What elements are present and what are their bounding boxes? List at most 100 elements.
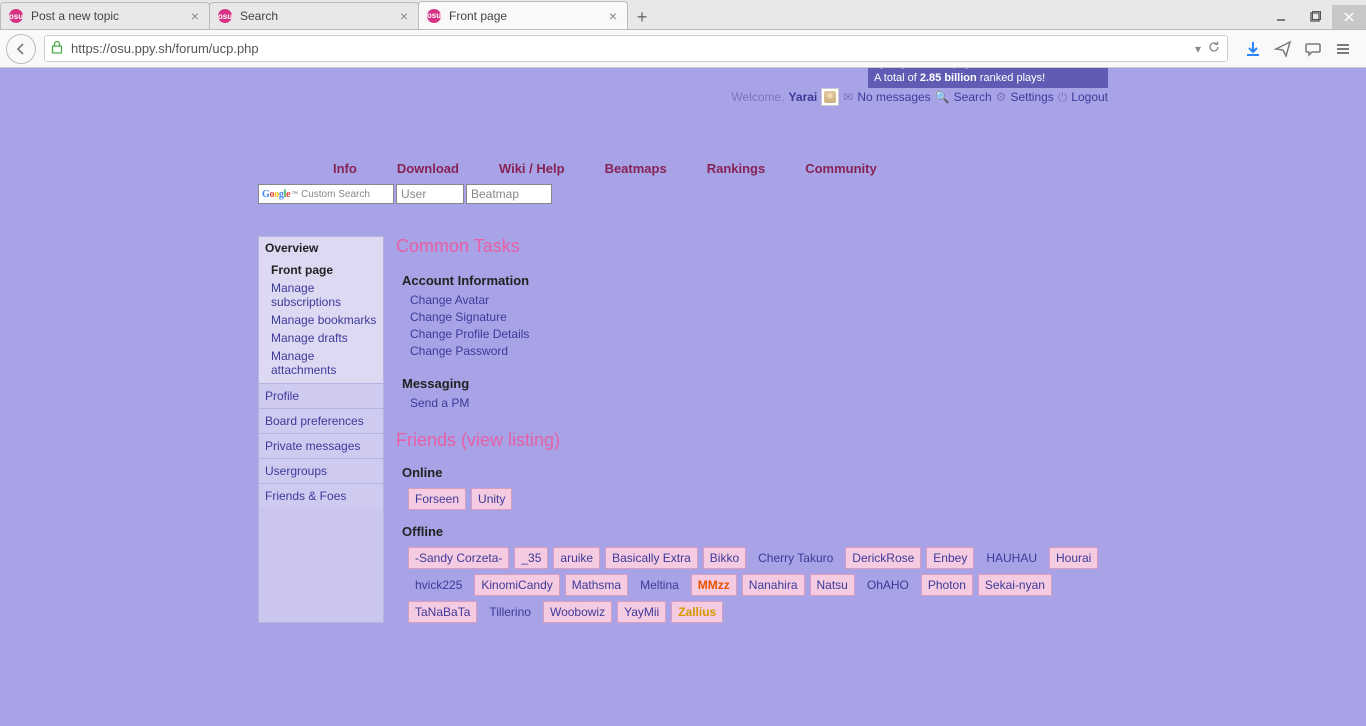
friend-chip[interactable]: DerickRose (845, 547, 921, 569)
close-icon[interactable]: × (189, 9, 201, 23)
send-icon[interactable] (1274, 40, 1292, 58)
friend-chip[interactable]: YayMii (617, 601, 666, 623)
sidebar-group-overview[interactable]: Overview (259, 237, 383, 259)
friend-chip[interactable]: aruike (553, 547, 600, 569)
friend-chip[interactable]: Meltina (633, 574, 686, 596)
hamburger-icon[interactable] (1334, 40, 1352, 58)
link-change-password[interactable]: Change Password (410, 343, 1108, 360)
sidebar-item-bookmarks[interactable]: Manage bookmarks (271, 311, 383, 329)
username-link[interactable]: Yarai (789, 90, 818, 104)
sidebar-item-pms[interactable]: Private messages (259, 434, 383, 459)
nav-download[interactable]: Download (377, 158, 479, 180)
nav-community[interactable]: Community (785, 158, 897, 180)
friend-chip[interactable]: hvick225 (408, 574, 469, 596)
friend-chip[interactable]: Sekai-nyan (978, 574, 1052, 596)
link-send-pm[interactable]: Send a PM (410, 395, 1108, 412)
link-change-profile[interactable]: Change Profile Details (410, 326, 1108, 343)
friend-chip[interactable]: Mathsma (565, 574, 628, 596)
url-input[interactable] (69, 40, 1189, 57)
sidebar-item-profile[interactable]: Profile (259, 384, 383, 409)
friend-chip[interactable]: Tillerino (482, 601, 538, 623)
friend-chip[interactable]: KinomiCandy (474, 574, 559, 596)
osu-favicon: osu (218, 9, 232, 23)
window-maximize-button[interactable] (1298, 5, 1332, 29)
search-icon: 🔍 (935, 90, 950, 104)
address-bar[interactable]: ▾ (44, 35, 1228, 62)
nav-beatmaps[interactable]: Beatmaps (585, 158, 687, 180)
primary-nav: Info Download Wiki / Help Beatmaps Ranki… (313, 158, 1108, 180)
friend-chip[interactable]: Woobowiz (543, 601, 612, 623)
browser-tabstrip: osu Post a new topic × osu Search × osu … (0, 0, 1366, 30)
window-minimize-button[interactable] (1264, 5, 1298, 29)
search-link[interactable]: Search (954, 90, 992, 104)
link-change-avatar[interactable]: Change Avatar (410, 292, 1108, 309)
browser-tab[interactable]: osu Front page × (418, 1, 628, 29)
download-icon[interactable] (1244, 40, 1262, 58)
nav-rankings[interactable]: Rankings (687, 158, 786, 180)
gear-icon: ⚙ (996, 90, 1007, 104)
messages-link[interactable]: No messages (857, 90, 930, 104)
close-icon[interactable]: × (607, 9, 619, 23)
back-button[interactable] (6, 34, 36, 64)
close-icon[interactable]: × (398, 9, 410, 23)
heading-messaging: Messaging (402, 376, 1108, 391)
new-tab-button[interactable]: + (629, 5, 655, 29)
user-search-input[interactable] (396, 184, 464, 204)
link-change-signature[interactable]: Change Signature (410, 309, 1108, 326)
heading-friends: Friends (view listing) (396, 430, 1108, 451)
google-custom-search[interactable]: Google™ Custom Search (258, 184, 394, 204)
nav-info[interactable]: Info (313, 158, 377, 180)
window-close-button[interactable] (1332, 5, 1366, 29)
friend-chip[interactable]: Cherry Takuro (751, 547, 840, 569)
sidebar-item-usergroups[interactable]: Usergroups (259, 459, 383, 484)
friend-chip[interactable]: Basically Extra (605, 547, 698, 569)
osu-favicon: osu (427, 9, 441, 23)
friends-online-list: ForseenUnity (396, 488, 1108, 510)
friends-offline-list: -Sandy Corzeta-_35aruikeBasically ExtraB… (396, 547, 1108, 623)
sidebar-item-friends-foes[interactable]: Friends & Foes (259, 484, 383, 508)
logout-link[interactable]: Logout (1071, 90, 1108, 104)
tab-title: Search (240, 9, 398, 23)
browser-tab[interactable]: osu Search × (209, 2, 419, 29)
user-bar: Welcome, Yarai ✉ No messages 🔍 Search ⚙ … (731, 88, 1108, 106)
friend-chip[interactable]: HAUHAU (979, 547, 1044, 569)
friend-chip[interactable]: MMzz (691, 574, 737, 596)
settings-link[interactable]: Settings (1010, 90, 1053, 104)
heading-account-info: Account Information (402, 273, 1108, 288)
ucp-sidebar: Overview Front page Manage subscriptions… (258, 236, 384, 623)
heading-online: Online (402, 465, 1108, 480)
reload-icon[interactable] (1207, 40, 1221, 57)
power-icon: ⏻ (1058, 90, 1068, 105)
friend-chip[interactable]: Photon (921, 574, 973, 596)
friend-chip[interactable]: Natsu (810, 574, 855, 596)
envelope-icon: ✉ (843, 90, 853, 104)
friend-chip[interactable]: Bikko (703, 547, 746, 569)
friends-view-listing-link[interactable]: (view listing) (461, 430, 560, 450)
sidebar-item-board-prefs[interactable]: Board preferences (259, 409, 383, 434)
avatar[interactable] (821, 88, 839, 106)
friend-chip[interactable]: OhAHO (860, 574, 916, 596)
friend-chip[interactable]: Nanahira (742, 574, 805, 596)
sidebar-item-attachments[interactable]: Manage attachments (271, 347, 383, 379)
friend-chip[interactable]: Forseen (408, 488, 466, 510)
friend-chip[interactable]: _35 (514, 547, 548, 569)
friend-chip[interactable]: Enbey (926, 547, 974, 569)
friend-chip[interactable]: Unity (471, 488, 512, 510)
friend-chip[interactable]: -Sandy Corzeta- (408, 547, 509, 569)
welcome-label: Welcome, (731, 90, 784, 104)
friend-chip[interactable]: Zallius (671, 601, 723, 623)
tab-title: Front page (449, 9, 607, 23)
server-stats: 6,002,461 users, 9,933 online now. A tot… (868, 68, 1108, 88)
sidebar-item-drafts[interactable]: Manage drafts (271, 329, 383, 347)
chat-icon[interactable] (1304, 40, 1322, 58)
heading-offline: Offline (402, 524, 1108, 539)
friend-chip[interactable]: TaNaBaTa (408, 601, 477, 623)
friend-chip[interactable]: Hourai (1049, 547, 1098, 569)
heading-common-tasks: Common Tasks (396, 236, 1108, 257)
sidebar-item-front-page[interactable]: Front page (271, 261, 383, 279)
sidebar-item-subscriptions[interactable]: Manage subscriptions (271, 279, 383, 311)
chevron-down-icon[interactable]: ▾ (1195, 42, 1201, 56)
beatmap-search-input[interactable] (466, 184, 552, 204)
nav-wiki[interactable]: Wiki / Help (479, 158, 585, 180)
browser-tab[interactable]: osu Post a new topic × (0, 2, 210, 29)
